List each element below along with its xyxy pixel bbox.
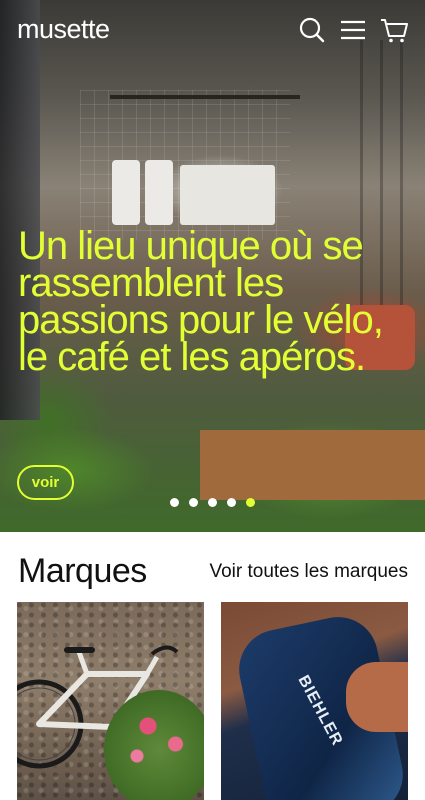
brand-card-cyclist[interactable]: BIEHLER bbox=[221, 602, 408, 800]
hero-voir-button[interactable]: voir bbox=[17, 465, 74, 500]
hero-banner: Un lieu unique où se rassemblent les pas… bbox=[0, 0, 425, 532]
search-icon[interactable] bbox=[298, 16, 326, 44]
hero-headline: Un lieu unique où se rassemblent les pas… bbox=[18, 224, 384, 379]
brand-card-bike[interactable] bbox=[17, 602, 204, 800]
hero-table bbox=[200, 430, 425, 500]
hero-shelf bbox=[110, 95, 300, 99]
carousel-dot[interactable] bbox=[189, 498, 198, 507]
hero-grinder bbox=[145, 160, 173, 225]
carousel-dot[interactable] bbox=[227, 498, 236, 507]
cart-icon[interactable] bbox=[380, 16, 408, 44]
hero-espresso-machine bbox=[180, 165, 275, 225]
carousel-dot[interactable] bbox=[170, 498, 179, 507]
hero-grinder bbox=[112, 160, 140, 225]
site-header: musette bbox=[0, 0, 425, 64]
carousel-dots bbox=[170, 498, 255, 507]
site-logo[interactable]: musette bbox=[17, 14, 110, 45]
carousel-dot-active[interactable] bbox=[246, 498, 255, 507]
all-brands-link[interactable]: Voir toutes les marques bbox=[209, 561, 408, 583]
menu-icon[interactable] bbox=[339, 16, 367, 44]
brands-section-title: Marques bbox=[18, 552, 147, 590]
carousel-dot[interactable] bbox=[208, 498, 217, 507]
card-arm bbox=[346, 662, 408, 732]
